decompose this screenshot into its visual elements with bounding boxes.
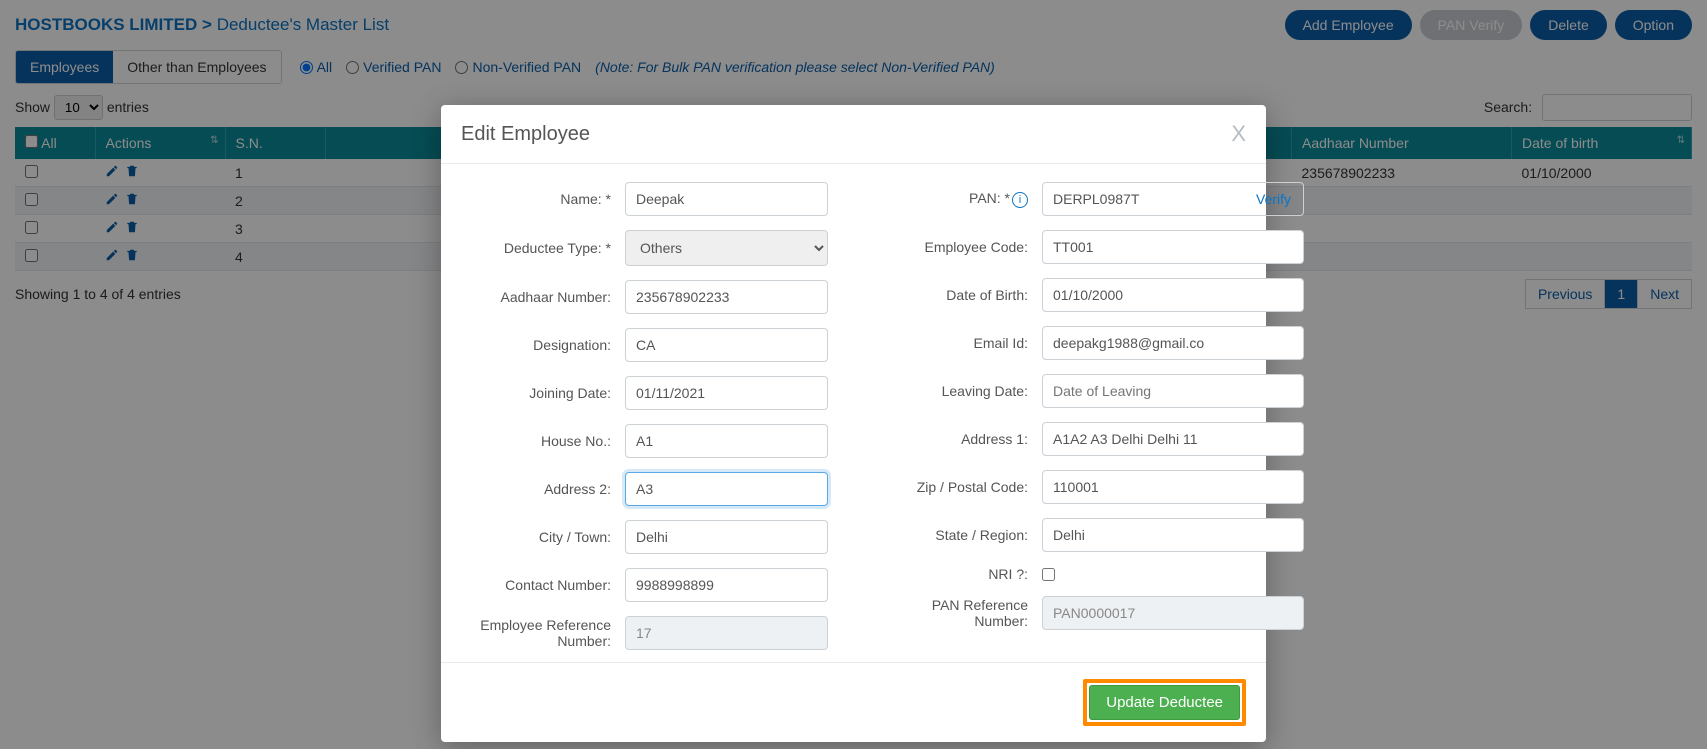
pan-field[interactable] [1043,183,1244,215]
update-highlight: Update Deductee [1083,679,1246,726]
modal-title: Edit Employee [461,123,590,146]
deductee-type-select[interactable]: Others [625,230,828,266]
house-no-field[interactable] [625,424,828,458]
edit-employee-modal: Edit Employee X Name: * Deductee Type: *… [441,105,1266,742]
address1-field[interactable] [1042,422,1304,456]
nri-checkbox[interactable] [1042,568,1055,581]
city-field[interactable] [625,520,828,554]
close-icon[interactable]: X [1231,121,1246,147]
leaving-date-field[interactable] [1042,374,1304,408]
aadhaar-field[interactable] [625,280,828,314]
modal-overlay: Edit Employee X Name: * Deductee Type: *… [0,0,1707,749]
update-deductee-button[interactable]: Update Deductee [1089,685,1240,720]
pan-ref-field [1042,596,1304,630]
emp-code-field[interactable] [1042,230,1304,264]
info-icon[interactable]: i [1012,192,1028,208]
email-field[interactable] [1042,326,1304,360]
dob-field[interactable] [1042,278,1304,312]
joining-date-field[interactable] [625,376,828,410]
address2-field[interactable] [625,472,828,506]
zip-field[interactable] [1042,470,1304,504]
state-field[interactable] [1042,518,1304,552]
emp-ref-field [625,616,828,650]
name-field[interactable] [625,182,828,216]
contact-field[interactable] [625,568,828,602]
pan-wrap: Verify [1042,182,1304,216]
verify-link[interactable]: Verify [1244,191,1303,207]
designation-field[interactable] [625,328,828,362]
